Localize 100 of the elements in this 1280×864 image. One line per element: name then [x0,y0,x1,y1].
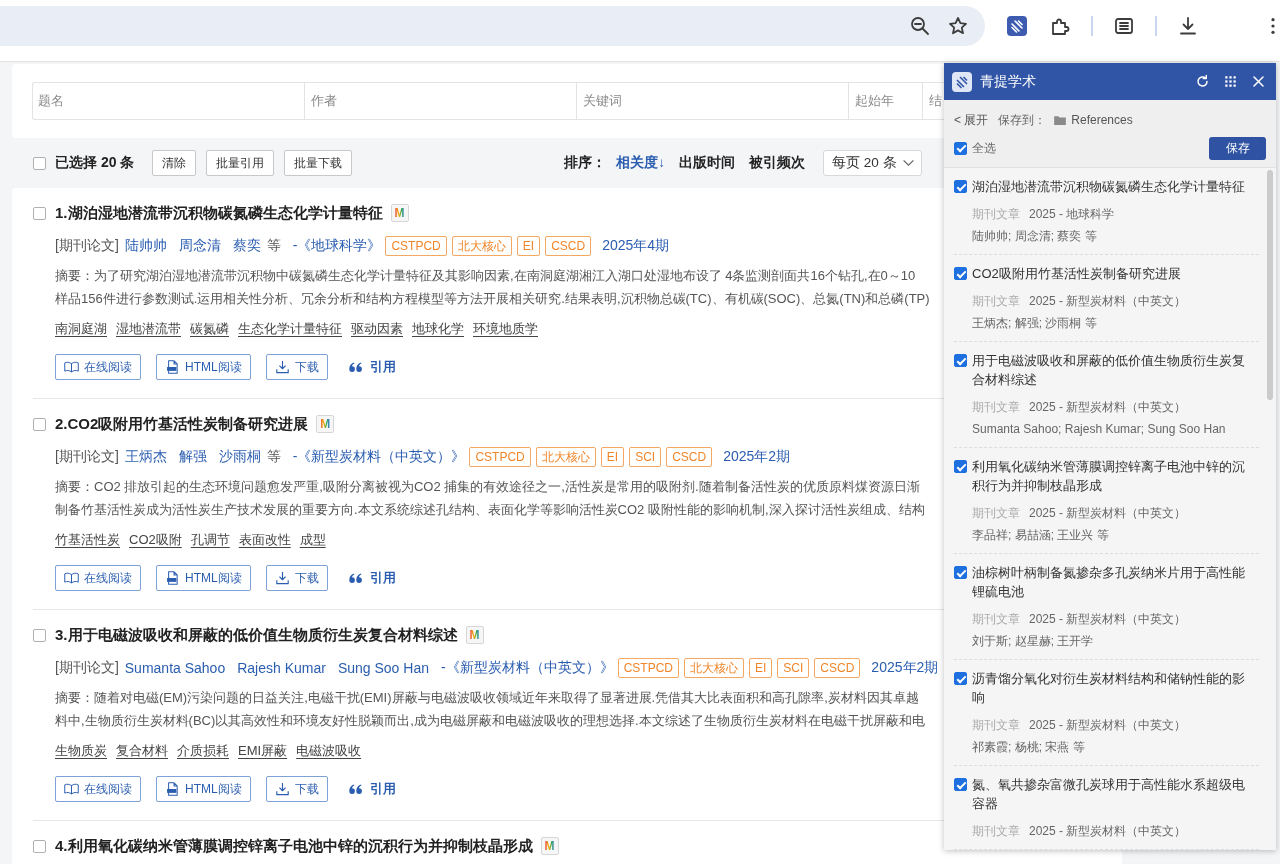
result-title[interactable]: 1.湖泊湿地潜流带沉积物碳氮磷生态化学计量特征 [55,203,383,223]
keyword-link[interactable]: 电磁波吸收 [296,742,362,760]
toolbar-button[interactable]: 批量下载 [284,150,353,176]
item-title[interactable]: CO2吸附用竹基活性炭制备研究进展 [972,264,1254,283]
zoom-out-icon[interactable] [910,15,930,36]
author-link[interactable]: 王炳杰 [124,448,167,466]
sort-option[interactable]: 出版时间 [679,154,735,172]
keyword-link[interactable]: 复合材料 [116,742,168,760]
result-checkbox[interactable] [33,207,46,220]
keyword-link[interactable]: 驱动因素 [351,320,403,338]
item-type: 期刊文章 [972,504,1020,522]
document-icon [165,782,180,796]
item-title[interactable]: 油棕树叶柄制备氮掺杂多孔炭纳米片用于高性能锂硫电池 [972,563,1254,601]
item-checkbox[interactable] [954,267,967,280]
index-tag: SCI [777,658,810,678]
keyword-link[interactable]: CO2吸附 [129,531,182,549]
item-checkbox[interactable] [954,180,967,193]
index-tag: CSCD [814,658,861,678]
download-button[interactable]: 下载 [265,565,328,591]
toolbar-button[interactable]: 清除 [152,150,197,176]
read-online-button[interactable]: 在线阅读 [55,776,141,802]
keyword-link[interactable]: 湿地潜流带 [116,320,181,338]
item-title[interactable]: 湖泊湿地潜流带沉积物碳氮磷生态化学计量特征 [972,177,1254,196]
star-icon[interactable] [948,15,968,36]
item-checkbox[interactable] [954,672,967,685]
author-link[interactable]: 解强 [178,448,207,466]
issue-link[interactable]: 2025年2期 [723,448,791,466]
save-to-label: 保存到： [998,111,1047,129]
item-checkbox[interactable] [954,354,967,367]
sort-option[interactable]: 被引频次 [749,154,805,172]
author-link[interactable]: 陆帅帅 [124,237,167,255]
read-online-button[interactable]: 在线阅读 [55,354,141,380]
quote-icon [348,784,362,794]
download-icon [274,360,290,374]
item-title[interactable]: 氮、氧共掺杂富微孔炭球用于高性能水系超级电容器 [972,775,1254,813]
expand-link[interactable]: < 展开 [954,111,989,129]
scrollbar-thumb[interactable] [1267,170,1273,400]
address-bar-field[interactable] [0,5,985,46]
cite-button[interactable]: 引用 [342,569,396,587]
keyword-link[interactable]: 孔调节 [190,531,230,549]
cite-button[interactable]: 引用 [342,780,396,798]
search-field[interactable]: 起始年 [848,82,922,120]
keyword-link[interactable]: 生态化学计量特征 [238,320,342,338]
result-checkbox[interactable] [33,418,46,431]
item-title[interactable]: 用于电磁波吸收和屏蔽的低价值生物质衍生炭复合材料综述 [972,351,1254,389]
close-icon[interactable] [1251,74,1266,89]
item-checkbox[interactable] [954,460,967,473]
select-all-checkbox[interactable] [33,156,46,170]
list-icon[interactable] [1114,15,1134,36]
search-field[interactable]: 作者 [304,82,576,120]
keyword-link[interactable]: 地球化学 [412,320,464,338]
keyword-link[interactable]: 环境地质学 [473,320,538,338]
html-read-button[interactable]: HTML阅读 [156,776,251,802]
toolbar-button[interactable]: 批量引用 [206,150,275,176]
item-title[interactable]: 沥青馏分氧化对衍生炭材料结构和储钠性能的影响 [972,669,1254,707]
folder-link[interactable]: References [1071,113,1133,127]
cite-button[interactable]: 引用 [342,358,396,376]
author-link[interactable]: Sung Soo Han [337,660,429,676]
keyword-link[interactable]: 竹基活性炭 [55,531,120,549]
issue-link[interactable]: 2025年2期 [871,659,939,677]
page-size-select[interactable]: 每页 20 条 [823,150,922,176]
author-link[interactable]: 沙雨桐 [218,448,261,466]
keyword-link[interactable]: EMI屏蔽 [238,742,288,760]
journal-link[interactable]: -《地球科学》 [292,237,382,255]
grid-icon[interactable] [1223,74,1238,89]
refresh-icon[interactable] [1195,74,1210,89]
sort-option[interactable]: 相关度↓ [616,154,665,172]
result-title[interactable]: 4.利用氧化碳纳米管薄膜调控锌离子电池中锌的沉积行为并抑制枝晶形成 [55,836,533,856]
keyword-link[interactable]: 介质损耗 [177,742,229,760]
keyword-link[interactable]: 生物质炭 [55,742,107,760]
keyword-link[interactable]: 碳氮磷 [190,320,229,338]
author-link[interactable]: Rajesh Kumar [237,660,326,676]
save-button[interactable]: 保存 [1209,136,1266,160]
app-logo-icon[interactable] [1007,15,1027,36]
item-checkbox[interactable] [954,566,967,579]
download-button[interactable]: 下载 [265,354,328,380]
keyword-link[interactable]: 表面改性 [238,531,291,549]
item-checkbox[interactable] [954,778,967,791]
result-title[interactable]: 2.CO2吸附用竹基活性炭制备研究进展 [55,414,309,434]
select-all-checkbox[interactable] [954,141,967,155]
issue-link[interactable]: 2025年4期 [602,237,670,255]
author-link[interactable]: 周念清 [178,237,221,255]
author-link[interactable]: Sumanta Sahoo [124,660,226,676]
read-online-button[interactable]: 在线阅读 [55,565,141,591]
download-icon[interactable] [1178,15,1198,36]
html-read-button[interactable]: HTML阅读 [156,565,251,591]
result-title[interactable]: 3.用于电磁波吸收和屏蔽的低价值生物质衍生炭复合材料综述 [55,625,458,645]
result-checkbox[interactable] [33,629,46,642]
journal-link[interactable]: -《新型炭材料（中英文）》 [292,448,466,466]
html-read-button[interactable]: HTML阅读 [156,354,251,380]
keyword-link[interactable]: 南洞庭湖 [55,320,107,338]
download-button[interactable]: 下载 [265,776,328,802]
keyword-link[interactable]: 成型 [299,531,326,549]
item-title[interactable]: 利用氧化碳纳米管薄膜调控锌离子电池中锌的沉积行为并抑制枝晶形成 [972,457,1254,495]
author-link[interactable]: 蔡奕 [232,237,261,255]
search-field[interactable]: 题名 [32,82,304,120]
search-field[interactable]: 关键词 [576,82,848,120]
result-checkbox[interactable] [33,840,46,853]
journal-link[interactable]: -《新型炭材料（中英文）》 [440,659,614,677]
menu-icon[interactable] [1271,16,1275,35]
